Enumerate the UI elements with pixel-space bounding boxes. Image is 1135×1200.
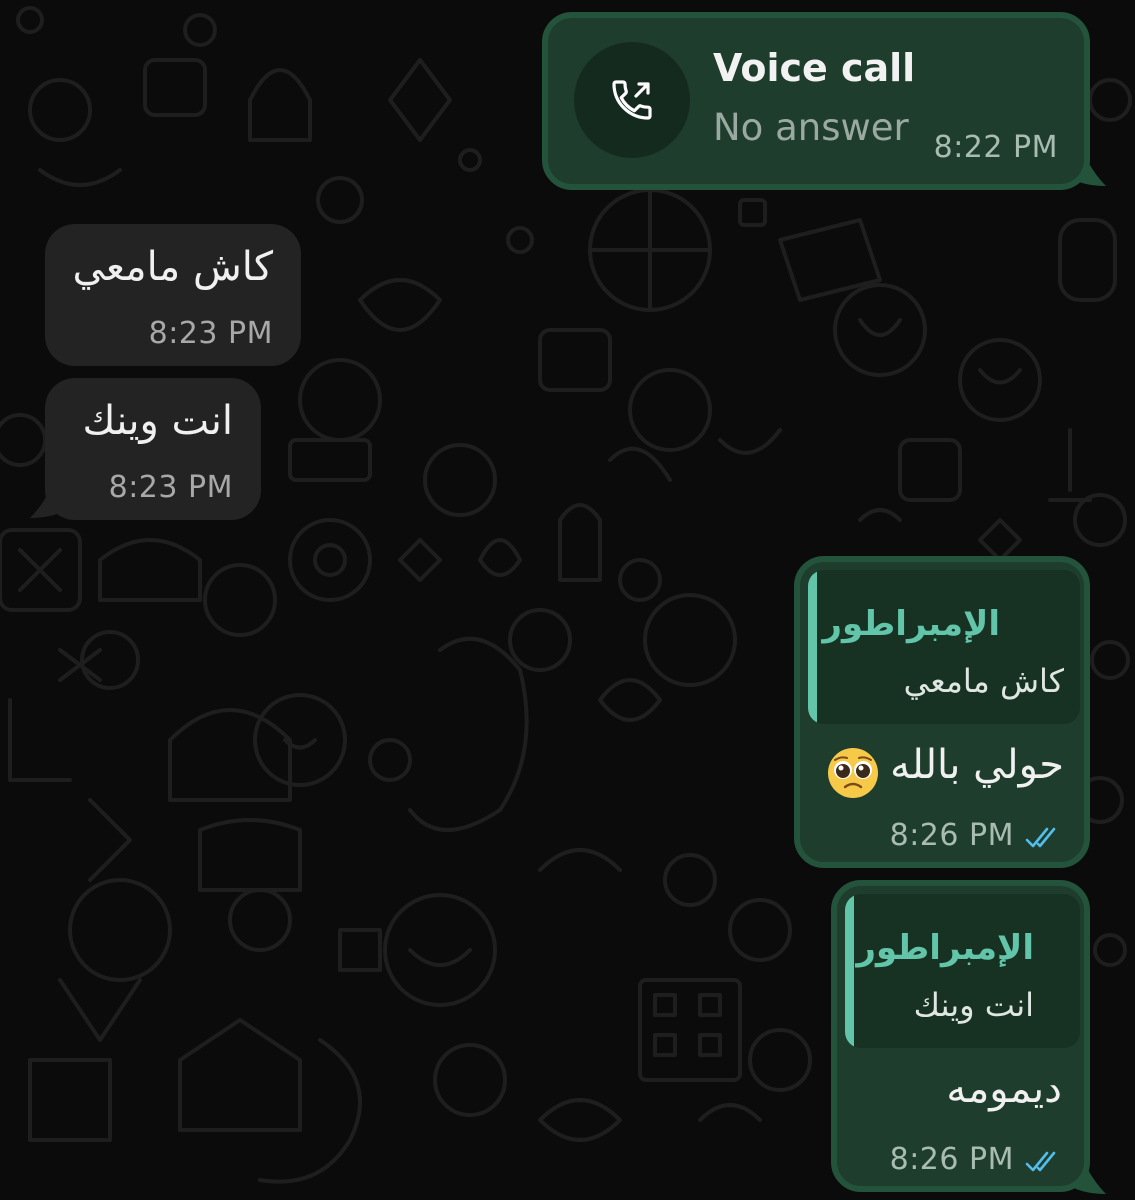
pleading-face-emoji <box>828 748 878 798</box>
message-text: كاش مامعي <box>72 244 273 290</box>
quote-text: كاش مامعي <box>903 662 1064 700</box>
call-title: Voice call <box>713 46 916 90</box>
message-text: ديمومه <box>946 1066 1062 1112</box>
message-time: 8:26 PM <box>889 1142 1014 1177</box>
outgoing-reply-message[interactable]: الإمبراطور كاش مامعي حولي بالله 8:26 PM <box>794 556 1090 868</box>
quote-text: انت وينك <box>913 986 1034 1024</box>
quote-accent-bar <box>845 894 854 1048</box>
message-time: 8:26 PM <box>889 818 1014 853</box>
double-check-read-icon <box>1025 827 1056 848</box>
outgoing-reply-message[interactable]: الإمبراطور انت وينك ديمومه 8:26 PM <box>831 880 1090 1192</box>
quote-author: الإمبراطور <box>822 604 1000 644</box>
double-check-read-icon <box>1025 1151 1056 1172</box>
incoming-message[interactable]: كاش مامعي 8:23 PM <box>45 224 301 366</box>
message-time: 8:23 PM <box>108 470 233 505</box>
message-time: 8:23 PM <box>148 316 273 351</box>
incoming-message[interactable]: انت وينك 8:23 PM <box>45 378 261 520</box>
call-status: No answer <box>713 106 909 149</box>
message-text: انت وينك <box>82 398 233 444</box>
message-text: حولي بالله <box>890 742 1064 788</box>
outgoing-call-icon <box>612 80 652 120</box>
voice-call-bubble[interactable]: Voice call No answer 8:22 PM <box>542 12 1090 190</box>
quoted-message[interactable]: الإمبراطور انت وينك <box>845 894 1080 1048</box>
quote-author: الإمبراطور <box>856 928 1034 968</box>
quote-accent-bar <box>808 570 817 724</box>
message-time: 8:22 PM <box>933 130 1058 165</box>
outgoing-call-icon-wrap <box>574 42 690 158</box>
quoted-message[interactable]: الإمبراطور كاش مامعي <box>808 570 1080 724</box>
